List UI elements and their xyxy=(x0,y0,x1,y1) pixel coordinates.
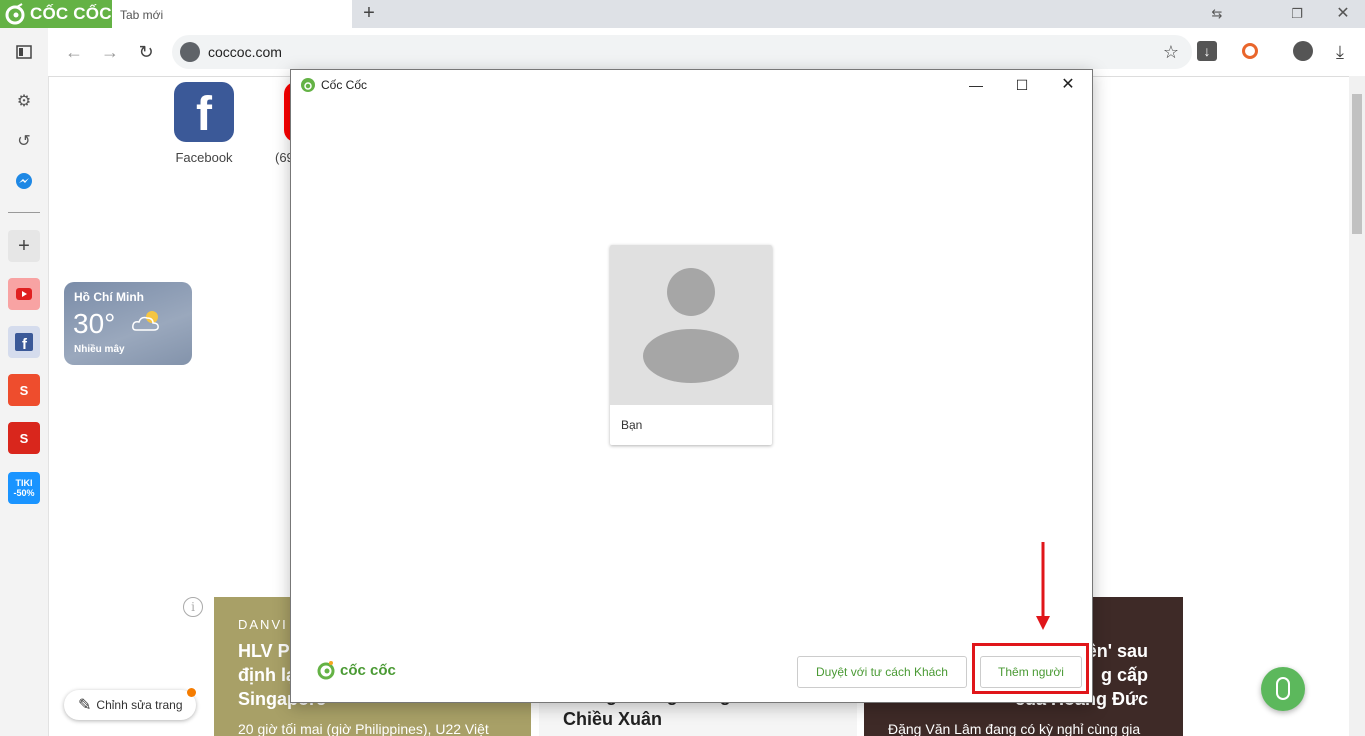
speed-dial-facebook-icon[interactable]: f xyxy=(174,82,234,142)
partly-cloudy-icon xyxy=(132,311,159,331)
brand-name: cốc cốc xyxy=(340,661,396,679)
coccoc-logo-icon xyxy=(317,661,335,680)
window-restore-arrows-icon[interactable]: ⇆ xyxy=(1206,4,1228,24)
weather-temp: 30° xyxy=(73,308,116,339)
weather-city: Hồ Chí Minh xyxy=(74,290,144,304)
weather-desc: Nhiều mây xyxy=(74,344,125,355)
tab-label: Tab mới xyxy=(120,8,164,22)
dialog-brand: cốc cốc xyxy=(316,660,396,680)
back-button[interactable]: ← xyxy=(61,39,87,65)
page-scrollbar[interactable] xyxy=(1349,76,1365,736)
browse-as-guest-button[interactable]: Duyệt với tư cách Khách xyxy=(797,656,967,688)
profile-avatar-icon[interactable] xyxy=(1293,41,1313,61)
close-button[interactable]: ✕ xyxy=(1048,74,1088,96)
profile-card[interactable]: Bạn xyxy=(610,245,772,445)
extension-icon[interactable] xyxy=(1242,43,1258,59)
sidebar-toggle-icon[interactable] xyxy=(10,38,38,66)
sidebar-app-youtube[interactable] xyxy=(8,278,40,310)
messenger-icon[interactable] xyxy=(10,167,38,195)
pencil-icon: ✎ xyxy=(78,697,92,714)
sidebar-app-shopee[interactable]: S xyxy=(8,374,40,406)
news-summary: Đặng Văn Lâm đang có kỳ nghỉ cùng gia xyxy=(888,721,1141,736)
address-url: coccoc.com xyxy=(208,44,282,60)
weather-widget[interactable]: Hồ Chí Minh 30° Nhiều mây xyxy=(64,282,192,365)
person-icon xyxy=(643,268,739,383)
profile-dialog: Cốc Cốc — ☐ ✕ Bạn cốc cốc Duyệt với tư c… xyxy=(290,69,1093,703)
coccoc-logo-icon xyxy=(301,78,315,92)
new-tab-button[interactable]: + xyxy=(358,2,380,24)
avatar xyxy=(610,245,772,405)
scroll-mouse-button[interactable] xyxy=(1261,667,1305,711)
window-close-button[interactable]: ✕ xyxy=(1332,4,1354,24)
mouse-icon xyxy=(1276,677,1290,700)
speed-dial-label: Facebook xyxy=(175,150,233,165)
sidebar-app-tiki[interactable]: TIKI -50% xyxy=(8,472,40,504)
reload-button[interactable]: ↻ xyxy=(133,39,159,65)
notification-dot xyxy=(187,688,196,697)
profile-name: Bạn xyxy=(621,418,643,432)
dialog-title: Cốc Cốc xyxy=(321,78,368,92)
news-source: DANVI xyxy=(238,617,288,632)
sidebar-app-sendo[interactable]: S xyxy=(8,422,40,454)
info-icon[interactable]: i xyxy=(183,597,203,617)
maximize-button[interactable]: ☐ xyxy=(1002,74,1042,96)
forward-button[interactable]: → xyxy=(97,39,123,65)
brand-name: CỐC CỐC xyxy=(30,4,112,23)
add-app-button[interactable]: + xyxy=(8,230,40,262)
site-logo-icon xyxy=(180,42,200,62)
save-page-icon[interactable]: ↓ xyxy=(1197,41,1217,61)
coccoc-logo-icon xyxy=(5,3,25,25)
bookmark-star-icon[interactable]: ☆ xyxy=(1158,39,1184,65)
sidebar-divider xyxy=(8,212,40,213)
scrollbar-thumb[interactable] xyxy=(1352,94,1362,234)
edit-page-button[interactable]: ✎ Chỉnh sửa trang xyxy=(64,690,196,720)
sidebar-app-facebook[interactable]: f xyxy=(8,326,40,358)
news-summary: 20 giờ tối mai (giờ Philippines), U22 Vi… xyxy=(238,721,489,736)
annotation-arrow-icon xyxy=(1036,542,1050,630)
address-bar[interactable]: coccoc.com xyxy=(172,35,1192,69)
edit-page-label: Chỉnh sửa trang xyxy=(96,698,183,712)
tab-new-tab[interactable]: Tab mới xyxy=(112,0,352,28)
window-restore-button[interactable]: ❐ xyxy=(1286,4,1308,24)
browser-logo[interactable]: CỐC CỐC xyxy=(0,0,112,28)
history-icon[interactable]: ↺ xyxy=(10,127,38,155)
highlight-box xyxy=(972,643,1089,694)
minimize-button[interactable]: — xyxy=(956,74,996,96)
downloads-icon[interactable]: ⤓ xyxy=(1327,39,1353,65)
settings-gear-icon[interactable]: ⚙ xyxy=(10,87,38,115)
